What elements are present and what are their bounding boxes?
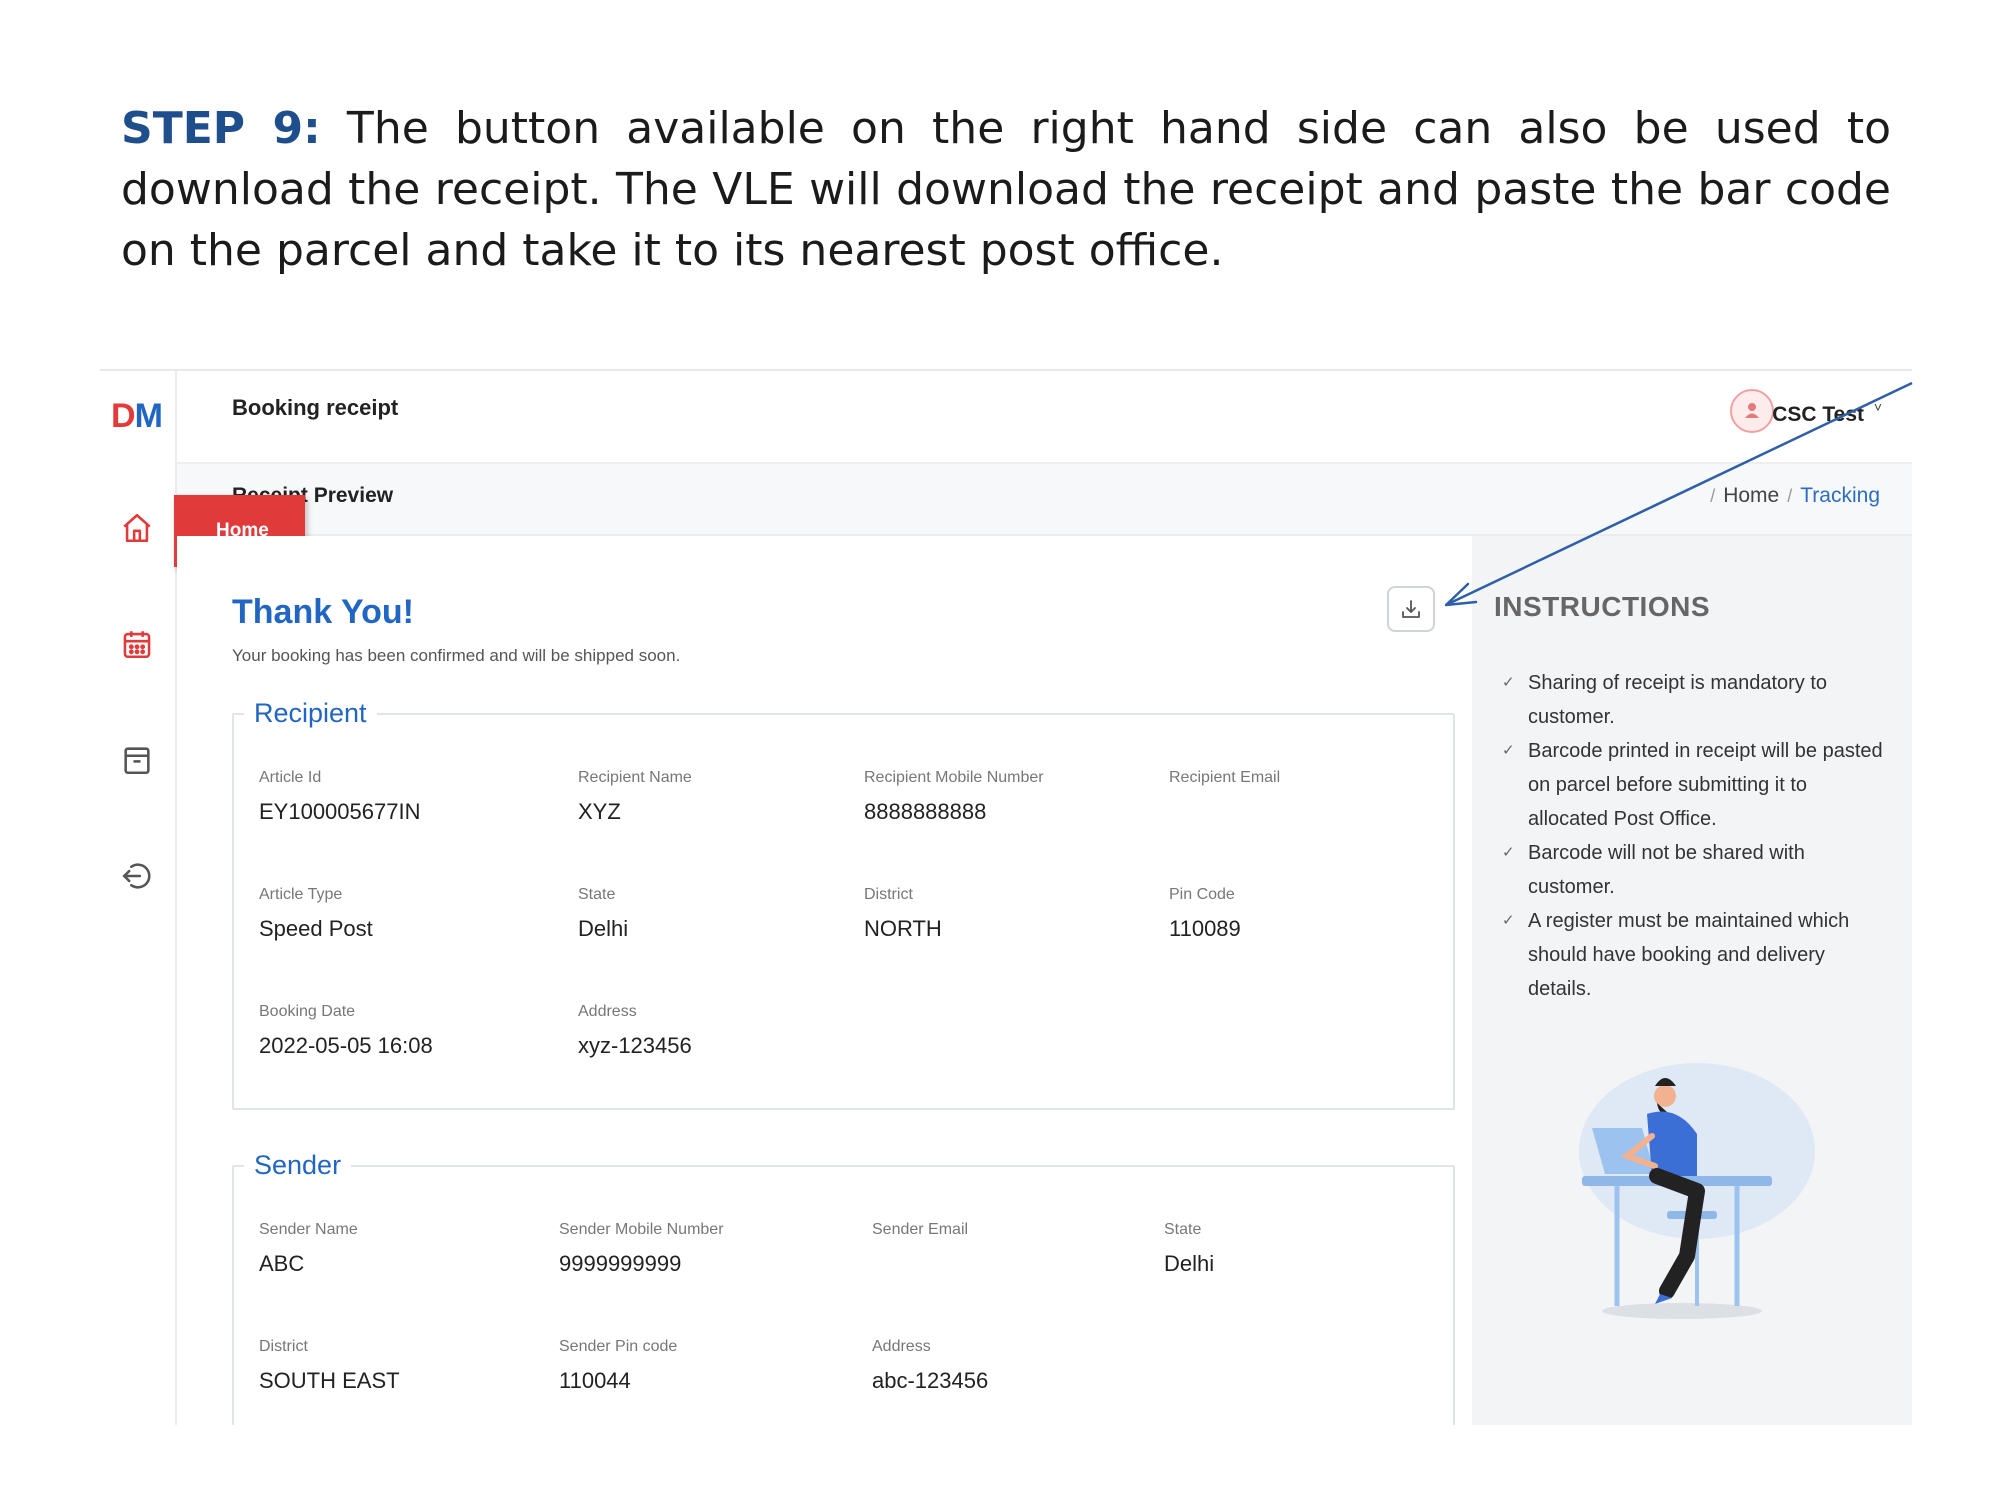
chevron-down-icon[interactable]: ˅ xyxy=(1874,399,1882,415)
sidebar: DM xyxy=(100,371,177,1425)
field-sender-district: District SOUTH EAST xyxy=(259,1338,400,1393)
app-logo[interactable]: DM xyxy=(111,397,163,436)
sender-legend: Sender xyxy=(254,1150,342,1180)
instructions-panel: INSTRUCTIONS ✓ Sharing of receipt is mand… xyxy=(1472,536,1912,1425)
check-icon: ✓ xyxy=(1502,742,1515,759)
check-icon: ✓ xyxy=(1502,912,1515,929)
page-title: Booking receipt xyxy=(232,395,399,420)
list-item: ✓ Barcode printed in receipt will be past… xyxy=(1502,734,1892,836)
home-icon[interactable] xyxy=(120,511,154,545)
breadcrumb-home[interactable]: Home xyxy=(1723,484,1779,507)
user-avatar-icon[interactable] xyxy=(1730,389,1774,433)
step-text: The button available on the right hand s… xyxy=(121,103,1891,276)
field-address: Address xyz-123456 xyxy=(578,1003,692,1058)
instructions-title: INSTRUCTIONS xyxy=(1494,591,1710,622)
user-menu[interactable]: CSC Test xyxy=(1772,403,1864,427)
calendar-icon[interactable] xyxy=(120,627,154,661)
list-item: ✓ Sharing of receipt is mandatory to cust… xyxy=(1502,666,1892,734)
recipient-card: Recipient Article Id EY100005677IN Recipi… xyxy=(232,698,1455,1110)
list-item: ✓ Barcode will not be shared with custome… xyxy=(1502,836,1892,904)
field-sender-pin: Sender Pin code 110044 xyxy=(559,1338,678,1393)
breadcrumb-tracking[interactable]: Tracking xyxy=(1800,484,1880,507)
breadcrumb: / Home / Tracking xyxy=(1710,484,1880,507)
receipt-preview: Thank You! Your booking has been confirm… xyxy=(177,536,1472,1425)
field-sender-email: Sender Email xyxy=(872,1221,969,1238)
field-recipient-mobile: Recipient Mobile Number 8888888888 xyxy=(864,769,1044,824)
field-sender-name: Sender Name ABC xyxy=(259,1221,358,1276)
field-recipient-email: Recipient Email xyxy=(1169,769,1281,786)
logout-icon[interactable] xyxy=(120,859,154,893)
field-sender-mobile: Sender Mobile Number 9999999999 xyxy=(559,1221,724,1276)
sub-header: Receipt Preview / Home / Tracking xyxy=(177,464,1912,536)
download-icon xyxy=(1402,600,1420,618)
archive-icon[interactable] xyxy=(120,743,154,777)
field-booking-date: Booking Date 2022-05-05 16:08 xyxy=(259,1003,433,1058)
check-icon: ✓ xyxy=(1502,844,1515,861)
field-district: District NORTH xyxy=(864,886,942,941)
field-article-id: Article Id EY100005677IN xyxy=(259,769,421,824)
check-icon: ✓ xyxy=(1502,674,1515,691)
recipient-legend: Recipient xyxy=(254,698,367,728)
field-sender-address: Address abc-123456 xyxy=(872,1338,989,1393)
field-sender-state: State Delhi xyxy=(1164,1221,1215,1276)
thank-you-heading: Thank You! xyxy=(232,593,414,631)
top-header: Booking receipt CSC Test ˅ xyxy=(177,371,1912,464)
field-recipient-name: Recipient Name XYZ xyxy=(578,769,692,824)
download-receipt-button[interactable] xyxy=(1387,586,1435,632)
slide-caption: STEP 9: The button available on the righ… xyxy=(121,98,1891,281)
person-at-laptop-illustration xyxy=(1579,1063,1815,1319)
app-screenshot: DM Booking receipt CSC Test ˅ Receipt Pr… xyxy=(100,369,1912,1425)
field-article-type: Article Type Speed Post xyxy=(259,886,373,941)
field-pin-code: Pin Code 110089 xyxy=(1169,886,1241,941)
sender-card: Sender Sender Name ABC Sender Mobile Numb… xyxy=(232,1150,1455,1425)
confirmation-text: Your booking has been confirmed and will… xyxy=(232,646,681,665)
step-label: STEP 9: xyxy=(121,103,321,154)
instructions-list: ✓ Sharing of receipt is mandatory to cust… xyxy=(1502,666,1892,1006)
list-item: ✓ A register must be maintained which sho… xyxy=(1502,904,1892,1006)
field-state: State Delhi xyxy=(578,886,629,941)
